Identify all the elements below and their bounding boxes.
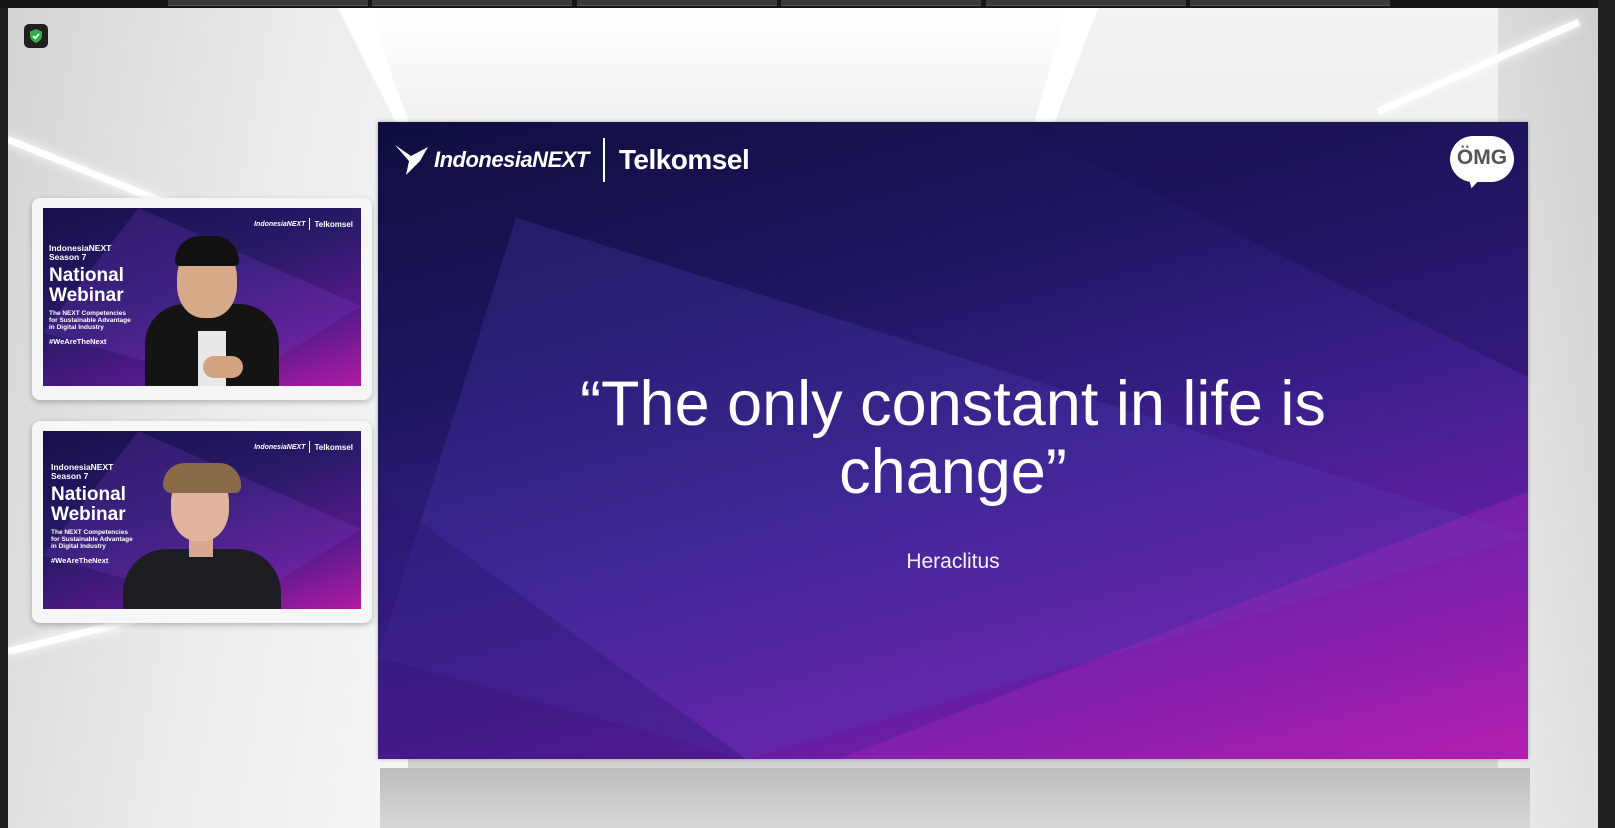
indonesianext-logo: IndonesiaNEXT bbox=[394, 143, 589, 177]
tab-strip-segment[interactable] bbox=[577, 0, 777, 6]
omg-logo-text: ÖMG bbox=[1456, 146, 1508, 169]
webinar-desc-line2: for Sustainable Advantage bbox=[51, 536, 133, 543]
shield-check-icon bbox=[30, 29, 42, 43]
virtual-background-floor bbox=[380, 768, 1530, 828]
tab-strip-segment[interactable] bbox=[781, 0, 981, 6]
webinar-overlay-text: IndonesiaNEXT Season 7 National Webinar … bbox=[51, 463, 133, 566]
webinar-desc-line3: in Digital Industry bbox=[51, 543, 106, 550]
omg-logo: ÖMG bbox=[1450, 136, 1514, 191]
slide-quote: “The only constant in life is change” bbox=[478, 370, 1428, 506]
webinar-overlay-text: IndonesiaNEXT Season 7 National Webinar … bbox=[49, 244, 131, 347]
tab-strip-segment[interactable] bbox=[168, 0, 368, 6]
virtual-background-wall bbox=[8, 8, 408, 828]
speaker-body bbox=[123, 549, 281, 609]
tab-strip-segment[interactable] bbox=[372, 0, 572, 6]
webinar-title-line1: National bbox=[49, 265, 124, 286]
event-season: Season 7 bbox=[51, 471, 89, 481]
logo-divider bbox=[309, 441, 311, 453]
partner-name: Telkomsel bbox=[314, 219, 353, 229]
slide-brand-logo: IndonesiaNEXT Telkomsel bbox=[394, 138, 750, 182]
logo-divider bbox=[602, 138, 605, 182]
brand-name: IndonesiaNEXT bbox=[254, 220, 306, 228]
quote-author: Heraclitus bbox=[906, 550, 1000, 573]
speaker-hair bbox=[175, 236, 239, 266]
webinar-desc-line3: in Digital Industry bbox=[49, 324, 104, 331]
webinar-title-line2: Webinar bbox=[51, 504, 126, 525]
webinar-desc-line1: The NEXT Competencies bbox=[51, 529, 128, 536]
brand-name: IndonesiaNEXT bbox=[434, 147, 589, 172]
webinar-hashtag: #WeAreTheNext bbox=[51, 556, 109, 565]
ceiling-light bbox=[368, 8, 1068, 126]
partner-name: Telkomsel bbox=[618, 144, 750, 175]
webinar-title-line2: Webinar bbox=[49, 285, 124, 306]
webinar-desc-line2: for Sustainable Advantage bbox=[49, 317, 131, 324]
bird-icon bbox=[395, 145, 428, 175]
tab-strip-segment[interactable] bbox=[1190, 0, 1390, 6]
participant-video: IndonesiaNEXT Telkomsel IndonesiaNEXT Se… bbox=[43, 431, 361, 609]
event-season: Season 7 bbox=[49, 252, 87, 262]
participant-video-tile[interactable]: IndonesiaNEXT Telkomsel IndonesiaNEXT Se… bbox=[32, 198, 372, 400]
logo-divider bbox=[309, 218, 311, 230]
tab-strip-segment[interactable] bbox=[986, 0, 1186, 6]
quote-line1: “The only constant in life is bbox=[580, 369, 1326, 439]
security-badge[interactable] bbox=[24, 24, 48, 48]
speaker-hand bbox=[203, 356, 243, 378]
partner-name: Telkomsel bbox=[314, 442, 353, 452]
meeting-view: IndonesiaNEXT Telkomsel IndonesiaNEXT Se… bbox=[8, 8, 1598, 828]
quote-line2: change” bbox=[839, 437, 1067, 507]
webinar-title-line1: National bbox=[51, 484, 126, 505]
participant-video-tile[interactable]: IndonesiaNEXT Telkomsel IndonesiaNEXT Se… bbox=[32, 421, 372, 623]
video-brand-logo: IndonesiaNEXT Telkomsel bbox=[254, 441, 353, 453]
video-brand-logo: IndonesiaNEXT Telkomsel bbox=[254, 218, 353, 230]
window-edge bbox=[1598, 0, 1615, 828]
brand-name: IndonesiaNEXT bbox=[254, 443, 306, 451]
shared-screen-slide[interactable]: IndonesiaNEXT Telkomsel ÖMG “The only co… bbox=[378, 122, 1528, 759]
participant-video: IndonesiaNEXT Telkomsel IndonesiaNEXT Se… bbox=[43, 208, 361, 386]
webinar-desc-line1: The NEXT Competencies bbox=[49, 310, 126, 317]
speaker-hair bbox=[163, 463, 241, 493]
webinar-hashtag: #WeAreTheNext bbox=[49, 337, 107, 346]
window-tab-strip bbox=[0, 0, 1615, 8]
